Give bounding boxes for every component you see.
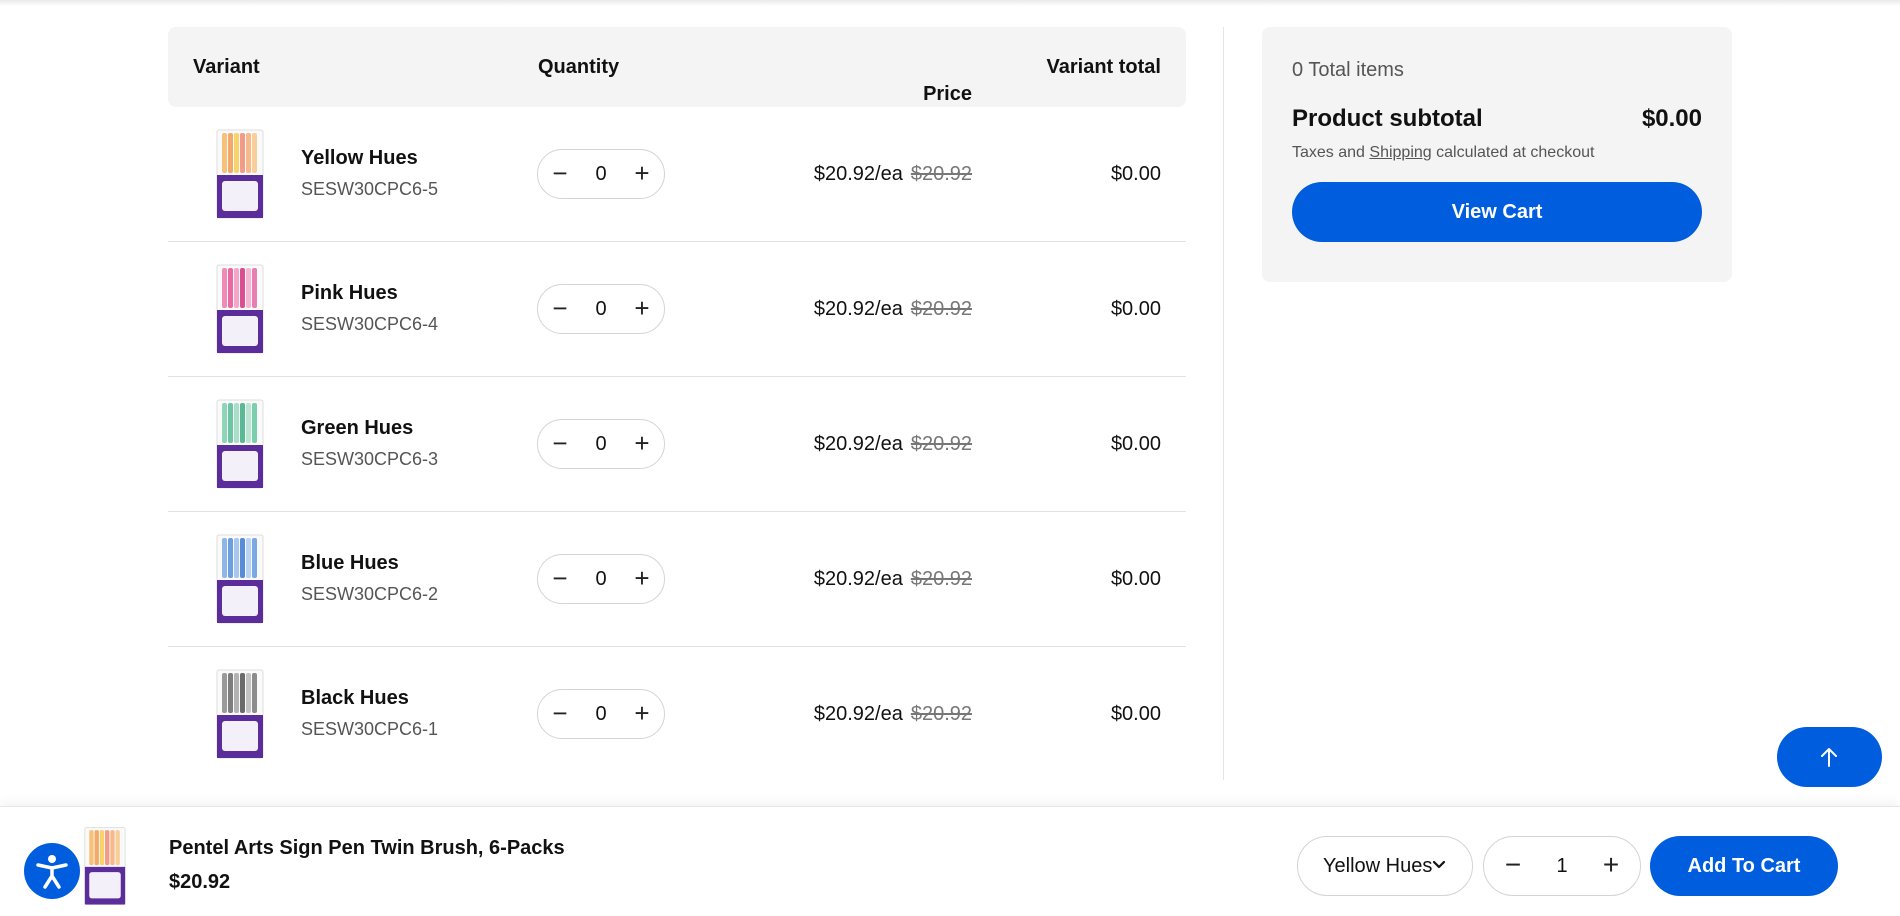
add-to-cart-button[interactable]: Add To Cart <box>1650 836 1838 896</box>
table-row: Pink Hues SESW30CPC6-4 − 0 + $20.92/ea $2… <box>168 242 1186 377</box>
quantity-value[interactable]: 0 <box>578 420 624 468</box>
quantity-stepper: − 0 + <box>537 689 665 739</box>
total-items-count: 0 Total items <box>1292 59 1404 81</box>
variant-image <box>216 534 264 624</box>
accessibility-icon <box>36 855 68 889</box>
variant-total: $0.00 <box>1110 568 1161 590</box>
sticky-product-image <box>84 825 126 907</box>
decrease-quantity-button[interactable]: − <box>540 150 580 198</box>
increase-quantity-button[interactable]: + <box>622 150 662 198</box>
unit-price: $20.92/ea <box>813 298 903 320</box>
decrease-quantity-button[interactable]: − <box>540 420 580 468</box>
column-header-variant: Variant <box>193 56 260 78</box>
table-row: Black Hues SESW30CPC6-1 − 0 + $20.92/ea $… <box>168 647 1186 782</box>
marker-pack-image <box>84 827 126 905</box>
sticky-quantity-stepper: − 1 + <box>1483 836 1641 896</box>
sticky-product-name: Pentel Arts Sign Pen Twin Brush, 6-Packs <box>169 837 565 859</box>
compare-at-price: $20.92 <box>910 703 972 725</box>
compare-at-price: $20.92 <box>910 568 972 590</box>
variant-image <box>216 129 264 219</box>
quantity-stepper: − 0 + <box>537 419 665 469</box>
table-row: Green Hues SESW30CPC6-3 − 0 + $20.92/ea $… <box>168 377 1186 512</box>
marker-pack-image <box>216 264 264 354</box>
variant-price: $20.92/ea $20.92 <box>814 242 972 377</box>
increase-quantity-button[interactable]: + <box>622 555 662 603</box>
sticky-add-to-cart-bar: Pentel Arts Sign Pen Twin Brush, 6-Packs… <box>0 806 1900 916</box>
variant-sku: SESW30CPC6-4 <box>301 314 439 334</box>
increase-quantity-button[interactable]: + <box>1586 837 1636 895</box>
variant-price: $20.92/ea $20.92 <box>814 107 972 242</box>
variant-image <box>216 669 264 759</box>
variant-sku: SESW30CPC6-5 <box>301 179 439 199</box>
decrease-quantity-button[interactable]: − <box>1488 837 1538 895</box>
shipping-link[interactable]: Shipping <box>1369 144 1431 161</box>
variant-name: Black Hues <box>301 687 409 709</box>
tax-note: Taxes and Shipping calculated at checkou… <box>1292 144 1594 162</box>
quantity-stepper: − 0 + <box>537 554 665 604</box>
increase-quantity-button[interactable]: + <box>622 420 662 468</box>
quantity-value[interactable]: 0 <box>578 150 624 198</box>
accessibility-button[interactable] <box>24 843 80 899</box>
table-body: Yellow Hues SESW30CPC6-5 − 0 + $20.92/ea… <box>168 107 1186 782</box>
marker-pack-image <box>216 669 264 759</box>
variant-name: Blue Hues <box>301 552 399 574</box>
tax-note-prefix: Taxes and <box>1292 144 1365 161</box>
compare-at-price: $20.92 <box>910 298 972 320</box>
subtotal-value: $0.00 <box>1641 105 1702 132</box>
variant-total: $0.00 <box>1110 163 1161 185</box>
page-top-shadow <box>0 0 1900 6</box>
unit-price: $20.92/ea <box>813 163 903 185</box>
quantity-value[interactable]: 0 <box>578 285 624 333</box>
quantity-value[interactable]: 0 <box>578 690 624 738</box>
variant-total: $0.00 <box>1110 298 1161 320</box>
decrease-quantity-button[interactable]: − <box>540 690 580 738</box>
tax-note-suffix: calculated at checkout <box>1436 144 1595 161</box>
variant-name: Green Hues <box>301 417 414 439</box>
variant-sku: SESW30CPC6-1 <box>301 719 439 739</box>
compare-at-price: $20.92 <box>910 163 972 185</box>
decrease-quantity-button[interactable]: − <box>540 555 580 603</box>
table-row: Blue Hues SESW30CPC6-2 − 0 + $20.92/ea $2… <box>168 512 1186 647</box>
view-cart-button[interactable]: View Cart <box>1292 182 1702 242</box>
increase-quantity-button[interactable]: + <box>622 690 662 738</box>
quantity-stepper: − 0 + <box>537 284 665 334</box>
subtotal-label: Product subtotal <box>1292 105 1483 132</box>
unit-price: $20.92/ea <box>813 433 903 455</box>
unit-price: $20.92/ea <box>813 568 903 590</box>
column-header-variant-total: Variant total <box>1046 56 1161 78</box>
variant-price: $20.92/ea $20.92 <box>814 647 972 782</box>
variant-sku: SESW30CPC6-3 <box>301 449 439 469</box>
sticky-product-price: $20.92 <box>169 871 231 893</box>
column-divider <box>1223 27 1224 780</box>
variant-image <box>216 399 264 489</box>
table-header: Variant Quantity Price Variant total <box>168 27 1186 107</box>
variant-sku: SESW30CPC6-2 <box>301 584 439 604</box>
unit-price: $20.92/ea <box>813 703 903 725</box>
arrow-up-icon <box>1821 748 1837 767</box>
decrease-quantity-button[interactable]: − <box>540 285 580 333</box>
quantity-value[interactable]: 1 <box>1534 837 1590 895</box>
marker-pack-image <box>216 129 264 219</box>
variant-price: $20.92/ea $20.92 <box>814 377 972 512</box>
variant-dropdown[interactable]: Yellow Hues <box>1297 836 1473 896</box>
column-header-quantity: Quantity <box>538 56 620 78</box>
variant-image <box>216 264 264 354</box>
back-to-top-button[interactable] <box>1777 727 1882 787</box>
chevron-down-icon <box>1432 860 1446 869</box>
marker-pack-image <box>216 399 264 489</box>
variant-price: $20.92/ea $20.92 <box>814 512 972 647</box>
variant-dropdown-value: Yellow Hues <box>1323 855 1433 877</box>
marker-pack-image <box>216 534 264 624</box>
variant-total: $0.00 <box>1110 433 1161 455</box>
increase-quantity-button[interactable]: + <box>622 285 662 333</box>
cart-summary-panel: 0 Total items Product subtotal $0.00 Tax… <box>1262 27 1732 282</box>
quantity-value[interactable]: 0 <box>578 555 624 603</box>
compare-at-price: $20.92 <box>910 433 972 455</box>
variant-name: Yellow Hues <box>301 147 418 169</box>
variant-name: Pink Hues <box>301 282 398 304</box>
variant-table: Variant Quantity Price Variant total Yel… <box>168 27 1186 782</box>
table-row: Yellow Hues SESW30CPC6-5 − 0 + $20.92/ea… <box>168 107 1186 242</box>
quantity-stepper: − 0 + <box>537 149 665 199</box>
variant-total: $0.00 <box>1110 703 1161 725</box>
